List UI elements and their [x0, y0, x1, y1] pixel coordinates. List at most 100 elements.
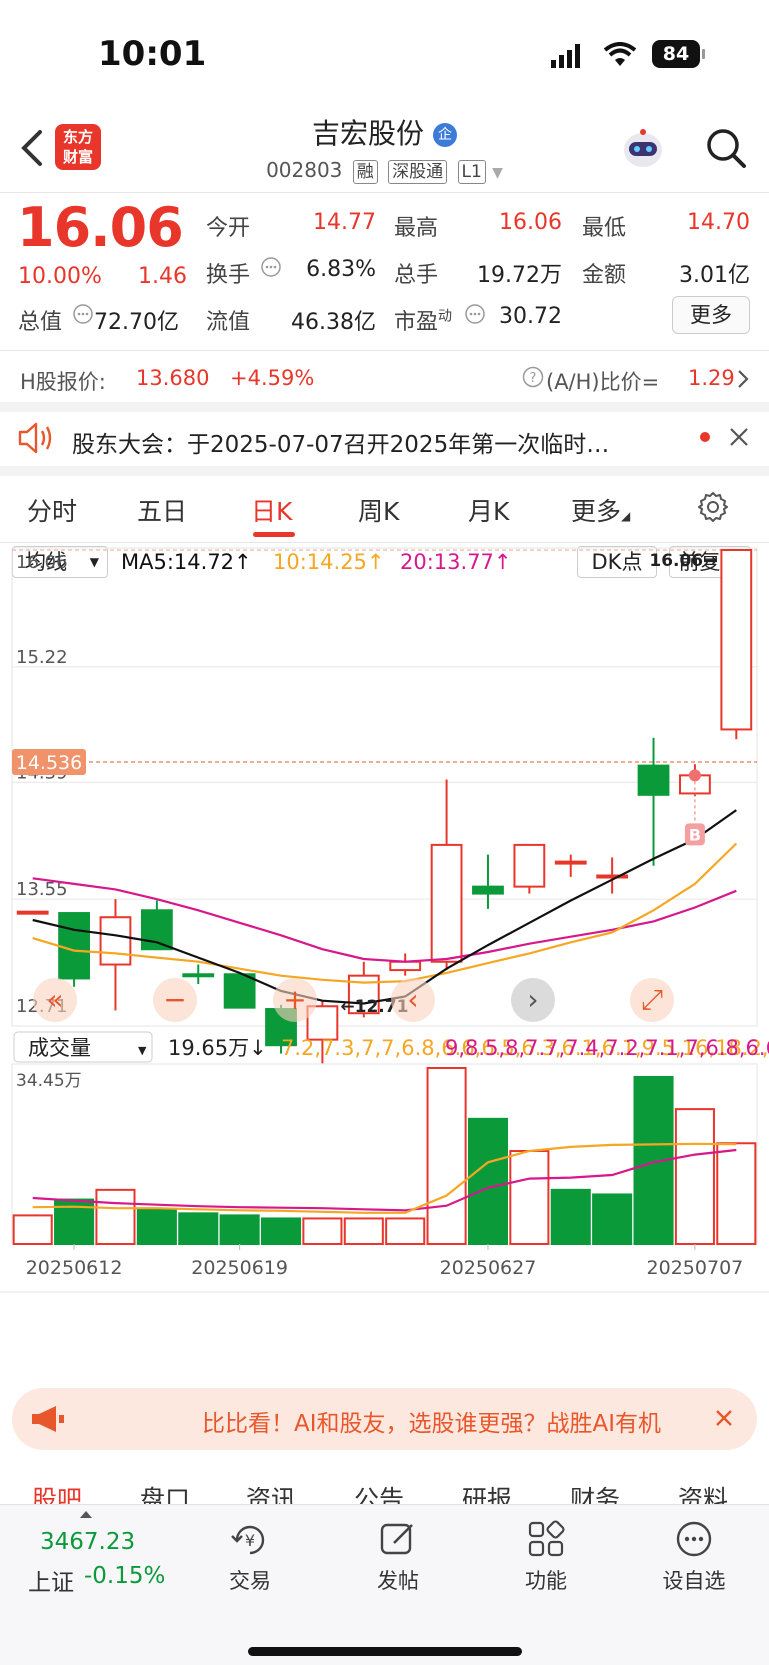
- ad-banner[interactable]: 比比看！AI和股友，选股谁更强？战胜AI有机: [12, 1388, 757, 1450]
- lower-tab-research[interactable]: 研报: [462, 1480, 512, 1506]
- help-icon[interactable]: ?: [522, 366, 544, 392]
- svg-text:?: ?: [530, 371, 537, 386]
- candle-body[interactable]: [430, 843, 463, 963]
- battery-cap: [702, 49, 705, 59]
- volume-bar[interactable]: [550, 1188, 591, 1245]
- volume-bar[interactable]: [592, 1193, 633, 1245]
- h-share-change: +4.59%: [230, 366, 315, 390]
- volume-bar[interactable]: [95, 1188, 136, 1245]
- lower-tab-news[interactable]: 资讯: [246, 1480, 296, 1506]
- tab-more[interactable]: 更多◢: [571, 492, 630, 528]
- volume-selector-caret-icon: ▼: [138, 1044, 147, 1057]
- lower-tab-finance[interactable]: 财务: [570, 1480, 620, 1506]
- volume-bar[interactable]: [219, 1214, 260, 1246]
- nav-functions[interactable]: 功能: [510, 1565, 582, 1595]
- volume-bar[interactable]: [385, 1217, 426, 1246]
- candle-body[interactable]: [472, 885, 504, 895]
- signal-icon: [551, 44, 585, 72]
- home-indicator: [248, 1647, 522, 1656]
- total-value-dots-icon[interactable]: [72, 303, 94, 329]
- index-value[interactable]: 3467.23: [40, 1529, 135, 1555]
- trade-icon[interactable]: ¥: [229, 1521, 271, 1563]
- candle-body[interactable]: [513, 843, 546, 888]
- candle-body[interactable]: [99, 916, 132, 966]
- nav-add-watchlist[interactable]: 设自选: [650, 1565, 738, 1595]
- index-name: 上证: [28, 1570, 74, 1596]
- lower-tab-guba[interactable]: 股吧: [32, 1480, 82, 1506]
- candle-body[interactable]: [554, 860, 587, 865]
- chat-dots-icon[interactable]: [674, 1519, 714, 1563]
- index-expand-icon[interactable]: [80, 1511, 92, 1518]
- megaphone-icon: [30, 1404, 66, 1438]
- lower-tab-profile[interactable]: 资料: [678, 1480, 728, 1506]
- lower-tab-announcements[interactable]: 公告: [354, 1480, 404, 1506]
- chevron-right-icon[interactable]: [736, 368, 750, 394]
- candle-body[interactable]: [182, 973, 215, 978]
- volume-ma2-readout: 9,8.5,8,7.7,7.4,7.2,7.1,7,6.8,6.6,7.5,11…: [445, 1036, 769, 1060]
- date-label: 20250627: [440, 1257, 537, 1279]
- candle-body[interactable]: [596, 874, 629, 879]
- candle-body[interactable]: [389, 960, 422, 972]
- step-left-icon[interactable]: ‹: [407, 983, 418, 1016]
- crosshair-icon[interactable]: +: [283, 983, 306, 1016]
- ma20-line: [32, 877, 737, 963]
- candle-body[interactable]: [58, 912, 90, 980]
- post-icon[interactable]: [378, 1519, 418, 1563]
- tab-more-caret-icon: ◢: [621, 509, 631, 523]
- gear-icon[interactable]: [696, 490, 730, 528]
- volume-current-readout: 19.65万↓: [168, 1036, 267, 1060]
- volume-bar[interactable]: [302, 1217, 343, 1246]
- h-share-label: H股报价:: [20, 370, 106, 394]
- candle-body[interactable]: [223, 973, 256, 1009]
- tab-intraday[interactable]: 分时: [27, 492, 77, 528]
- lower-tab-pankou[interactable]: 盘口: [140, 1480, 190, 1506]
- total-value-label: 总值: [18, 310, 63, 335]
- tab-monthly-k[interactable]: 月K: [468, 492, 509, 528]
- quote-divider: [0, 350, 769, 351]
- candle-body[interactable]: [720, 549, 753, 731]
- more-dots-icon[interactable]: [260, 256, 282, 282]
- volume-bar[interactable]: [12, 1214, 53, 1246]
- tab-weekly-k[interactable]: 周K: [358, 492, 399, 528]
- tab-daily-k[interactable]: 日K: [251, 492, 292, 528]
- chevron-down-icon[interactable]: ▼: [492, 165, 503, 181]
- pe-value: 30.72: [499, 304, 562, 329]
- zoom-out-icon[interactable]: −: [163, 983, 186, 1016]
- status-time: 10:01: [98, 34, 207, 74]
- ad-close-icon[interactable]: [714, 1408, 734, 1432]
- volume-bar[interactable]: [426, 1067, 467, 1245]
- pe-sup: 动: [438, 308, 453, 325]
- nav-post[interactable]: 发帖: [362, 1565, 434, 1595]
- nav-trade[interactable]: 交易: [214, 1565, 286, 1595]
- ah-ratio-value: 1.29: [688, 366, 735, 390]
- step-right-icon[interactable]: ›: [527, 983, 538, 1016]
- rewind-fast-icon[interactable]: «: [46, 983, 63, 1016]
- volume-bar[interactable]: [716, 1142, 757, 1246]
- volume-bar[interactable]: [509, 1150, 550, 1245]
- close-icon[interactable]: [728, 426, 750, 452]
- kline-chart[interactable]: 16.0615.2214.3913.5512.7114.53616.06→←12…: [0, 540, 769, 1330]
- pe-dots-icon[interactable]: [464, 303, 486, 329]
- candle-body[interactable]: [637, 764, 670, 796]
- candle-body[interactable]: [16, 910, 49, 915]
- volume-bar[interactable]: [136, 1208, 177, 1246]
- price-axis-label: 15.22: [16, 647, 68, 668]
- price-axis-label: 16.06: [16, 552, 68, 573]
- tab-five-day[interactable]: 五日: [137, 492, 187, 528]
- volume-bar[interactable]: [674, 1108, 715, 1246]
- volume-bar[interactable]: [178, 1212, 219, 1245]
- wifi-icon: [603, 42, 637, 72]
- notice-text[interactable]: 股东大会：于2025-07-07召开2025年第一次临时…: [72, 425, 672, 459]
- more-button[interactable]: 更多: [672, 296, 750, 334]
- search-icon[interactable]: [704, 126, 748, 174]
- volume-value: 19.72万: [477, 263, 562, 288]
- volume-label: 总手: [394, 263, 439, 288]
- robot-assistant-icon[interactable]: [620, 126, 666, 176]
- volume-bar[interactable]: [260, 1217, 302, 1246]
- grid-icon[interactable]: [526, 1519, 566, 1563]
- amount-label: 金额: [582, 263, 627, 288]
- volume-bar[interactable]: [343, 1217, 384, 1246]
- volume-bar[interactable]: [467, 1117, 509, 1245]
- turnover-label: 换手: [206, 263, 251, 288]
- expand-icon[interactable]: ⤢: [641, 983, 663, 1016]
